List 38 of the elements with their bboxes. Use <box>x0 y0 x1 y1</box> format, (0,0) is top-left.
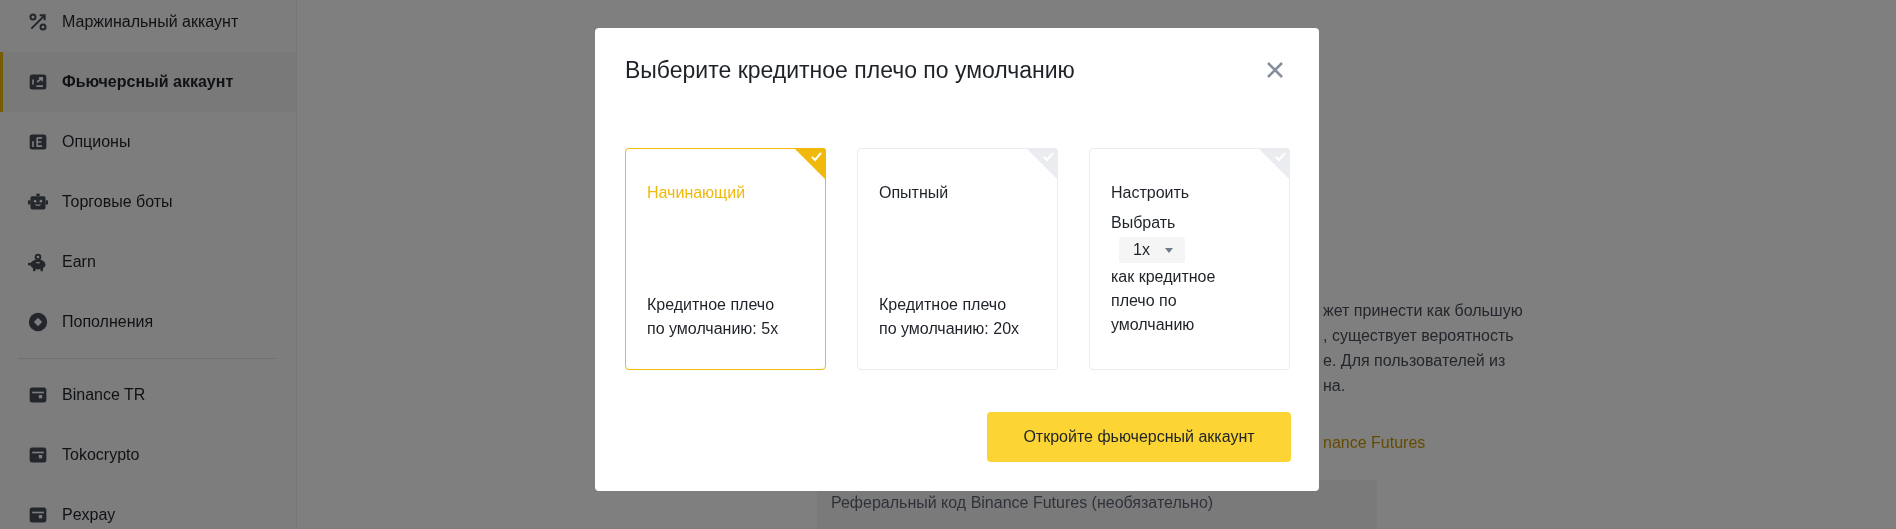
chart-icon <box>28 72 48 92</box>
body-text: жет принести как большую <box>1323 301 1523 321</box>
sidebar-item[interactable]: Tokocrypto <box>0 425 296 485</box>
sidebar-item[interactable]: Торговые боты <box>0 172 296 232</box>
leverage-option-card[interactable]: Настроить Выбрать 1x как кредитное плечо по умолчанию <box>1089 148 1290 370</box>
body-text: на. <box>1323 376 1347 396</box>
wallet-icon <box>28 505 48 525</box>
option-name: Настроить <box>1111 183 1190 203</box>
dialog-title: Выберите кредитное плечо по умолчанию <box>625 56 1075 84</box>
option-description: Кредитное плечо по умолчанию: 20x <box>879 295 1021 339</box>
sidebar-item[interactable]: Маржинальный аккаунт <box>0 0 296 52</box>
sidebar-item[interactable]: Earn <box>0 232 296 292</box>
option-name: Опытный <box>879 183 949 203</box>
option-description: Кредитное плечо по умолчанию: 5x <box>647 295 780 339</box>
leverage-option-card[interactable]: Опытный Кредитное плечо по умолчанию: 20x <box>857 148 1058 370</box>
document-icon <box>28 132 48 152</box>
robot-icon <box>28 192 48 212</box>
sidebar-item[interactable]: Binance TR <box>0 365 296 425</box>
open-account-button[interactable]: Откройте фьючерсный аккаунт <box>987 412 1291 462</box>
piggy-bank-icon <box>28 252 48 272</box>
option-name: Начинающий <box>647 183 746 203</box>
sidebar-item[interactable]: Фьючерсный аккаунт <box>0 52 296 112</box>
leverage-dropdown[interactable]: 1x <box>1119 237 1185 263</box>
option-text: Выбрать <box>1111 213 1176 233</box>
diamond-coin-icon <box>28 312 48 332</box>
caret-icon <box>1165 247 1173 253</box>
body-text: , существует вероятность <box>1323 326 1515 346</box>
sidebar-item[interactable]: Опционы <box>0 112 296 172</box>
wallet-icon <box>28 385 48 405</box>
percent-icon <box>28 12 48 32</box>
sidebar-item[interactable]: Pexpay <box>0 485 296 529</box>
sidebar-item[interactable]: Пополнения <box>0 292 296 352</box>
close-icon[interactable] <box>1266 61 1284 79</box>
leverage-option-card[interactable]: Начинающий Кредитное плечо по умолчанию: 5x <box>625 148 826 370</box>
check-corner-icon <box>794 148 826 180</box>
body-text: е. Для пользователей из <box>1323 351 1507 371</box>
wallet-icon <box>28 445 48 465</box>
option-text: как кредитное плечо по умолчанию <box>1111 267 1217 335</box>
